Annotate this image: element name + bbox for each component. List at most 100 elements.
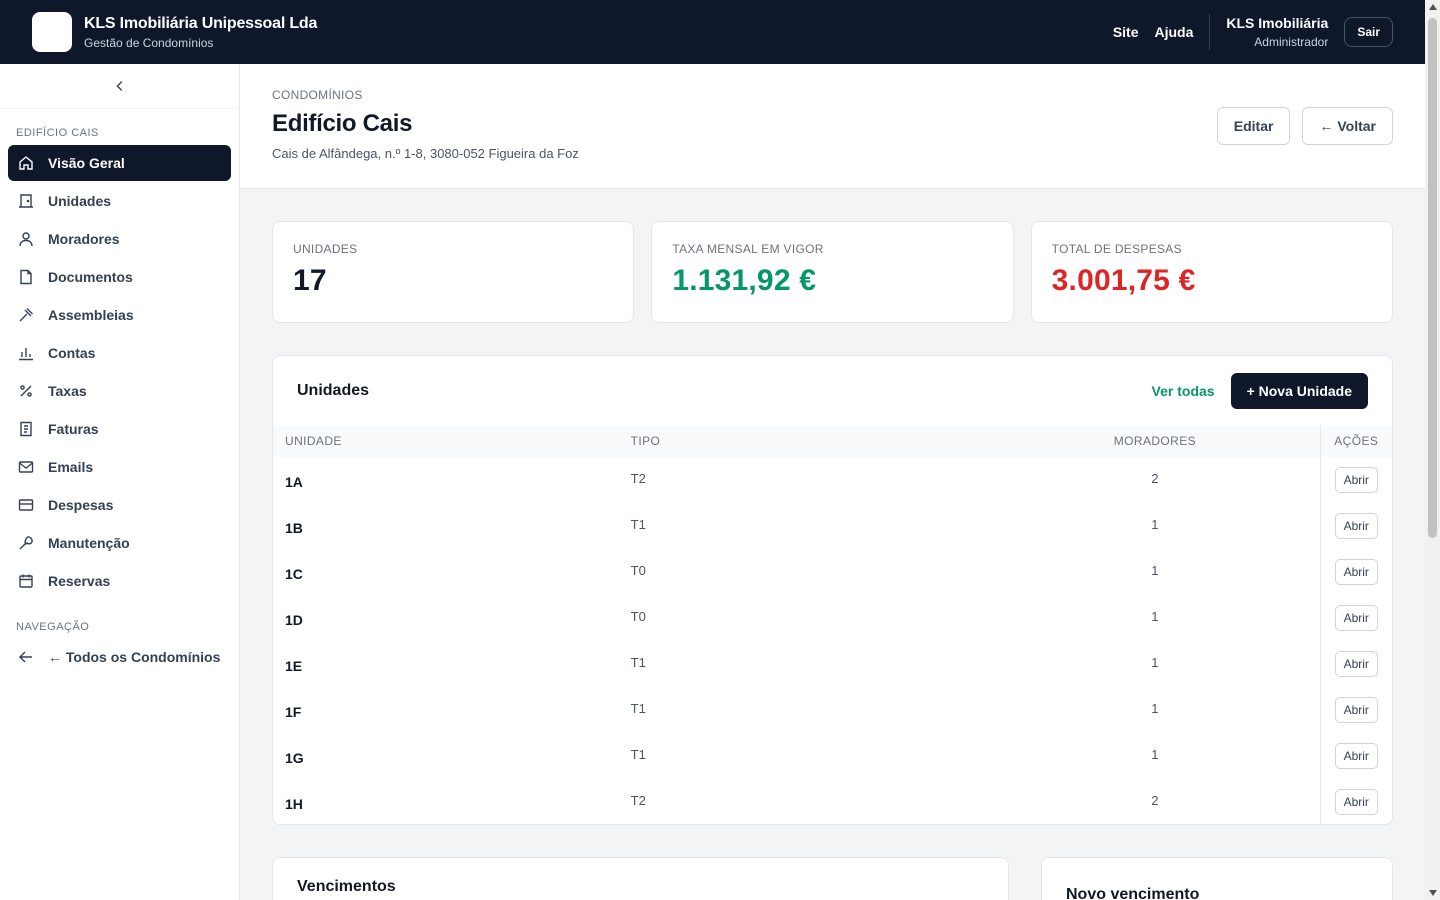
new-unit-button[interactable]: + Nova Unidade (1230, 372, 1368, 409)
table-row: 1A T2 2 Abrir (273, 457, 1392, 503)
logo (32, 12, 72, 52)
units-actions: Ver todas + Nova Unidade (1152, 372, 1368, 409)
sidebar-item-fees[interactable]: Taxas (8, 373, 231, 409)
sidebar-item-bookings[interactable]: Reservas (8, 563, 231, 599)
scroll-up-icon[interactable] (1429, 4, 1437, 10)
stats-row: UNIDADES 17 TAXA MENSAL EM VIGOR 1.131,9… (272, 221, 1393, 323)
stat-card-expenses: TOTAL DE DESPESAS 3.001,75 € (1030, 221, 1393, 323)
back-button[interactable]: ← Voltar (1302, 107, 1393, 145)
actions-cell: Abrir (1319, 641, 1392, 687)
stat-label: TAXA MENSAL EM VIGOR (672, 242, 824, 256)
chevron-left-icon (115, 81, 122, 91)
sidebar-item-residents[interactable]: Moradores (8, 221, 231, 257)
user-name: KLS Imobiliária (1226, 15, 1329, 31)
sidebar-item-invoices[interactable]: Faturas (8, 411, 231, 447)
sidebar-item-label: Unidades (48, 193, 112, 209)
open-unit-button[interactable]: Abrir (1334, 651, 1378, 677)
residents-cell: 1 (1151, 516, 1159, 532)
stat-value: 1.131,92 € (672, 264, 817, 297)
open-unit-button[interactable]: Abrir (1334, 697, 1378, 723)
collapse-sidebar-button[interactable] (0, 64, 239, 109)
sidebar-item-expenses[interactable]: Despesas (8, 487, 231, 523)
sidebar-item-documents[interactable]: Documentos (8, 259, 231, 295)
due-dates-card: Vencimentos (272, 857, 1009, 900)
scroll-down-icon[interactable] (1429, 890, 1437, 896)
divider (1209, 14, 1211, 50)
page-scrollbar[interactable] (1425, 0, 1440, 900)
home-icon (18, 155, 34, 171)
bar-chart-icon (18, 345, 34, 361)
units-title: Unidades (297, 381, 370, 399)
sidebar-item-emails[interactable]: Emails (8, 449, 231, 485)
sidebar-item-label: ← Todos os Condomínios (48, 649, 221, 665)
actions-cell: Abrir (1319, 549, 1392, 595)
arrow-left-icon (18, 649, 34, 665)
company-name: KLS Imobiliária Unipessoal Lda (84, 14, 318, 32)
table-row: 1D T0 1 Abrir (273, 595, 1392, 641)
user-role: Administrador (1254, 35, 1329, 49)
sidebar-item-label: Moradores (48, 231, 120, 247)
unit-cell: 1H (285, 796, 303, 812)
actions-cell: Abrir (1319, 503, 1392, 549)
see-all-link[interactable]: Ver todas (1152, 383, 1215, 399)
table-row: 1F T1 1 Abrir (273, 687, 1392, 733)
open-unit-button[interactable]: Abrir (1334, 513, 1378, 539)
sidebar-item-units[interactable]: Unidades (8, 183, 231, 219)
residents-cell: 1 (1151, 700, 1159, 716)
gavel-icon (18, 307, 34, 323)
unit-cell: 1C (285, 566, 303, 582)
units-card: Unidades Ver todas + Nova Unidade UNIDAD… (272, 355, 1393, 825)
residents-cell: 2 (1151, 470, 1159, 486)
type-cell: T1 (630, 654, 646, 670)
open-unit-button[interactable]: Abrir (1334, 605, 1378, 631)
company-subtitle: Gestão de Condomínios (84, 35, 214, 50)
mail-icon (18, 459, 34, 475)
logout-button[interactable]: Sair (1344, 17, 1393, 47)
top-bar: KLS Imobiliária Unipessoal Lda Gestão de… (0, 0, 1425, 64)
actions-cell: Abrir (1319, 457, 1392, 503)
site-link[interactable]: Site (1113, 24, 1139, 40)
open-unit-button[interactable]: Abrir (1334, 743, 1378, 769)
sidebar-item-label: Faturas (48, 421, 99, 437)
column-header-residents: MORADORES (1113, 434, 1197, 448)
sidebar-item-accounts[interactable]: Contas (8, 335, 231, 371)
table-header-row: UNIDADE TIPO MORADORES AÇÕES (273, 425, 1392, 457)
residents-cell: 1 (1151, 654, 1159, 670)
breadcrumb[interactable]: CONDOMÍNIOS (272, 88, 1393, 102)
scroll-thumb[interactable] (1428, 18, 1437, 538)
open-unit-button[interactable]: Abrir (1334, 467, 1378, 493)
user-icon (18, 231, 34, 247)
stat-card-units: UNIDADES 17 (272, 221, 635, 323)
help-link[interactable]: Ajuda (1155, 24, 1194, 40)
top-right: Site Ajuda KLS Imobiliária Administrador… (1097, 14, 1393, 50)
receipt-icon (18, 421, 34, 437)
brand: KLS Imobiliária Unipessoal Lda Gestão de… (84, 15, 317, 50)
open-unit-button[interactable]: Abrir (1334, 559, 1378, 585)
sidebar-item-maintenance[interactable]: Manutenção (8, 525, 231, 561)
table-row: 1C T0 1 Abrir (273, 549, 1392, 595)
type-cell: T0 (630, 562, 646, 578)
sidebar-item-overview[interactable]: Visão Geral (8, 145, 231, 181)
sidebar-item-assemblies[interactable]: Assembleias (8, 297, 231, 333)
new-due-card: Novo vencimento (1041, 857, 1393, 900)
table-row: 1E T1 1 Abrir (273, 641, 1392, 687)
sidebar-item-all-buildings[interactable]: ← Todos os Condomínios (8, 639, 231, 675)
sidebar-section-building: EDIFÍCIO CAIS (16, 127, 99, 139)
user-block: KLS Imobiliária Administrador (1226, 15, 1328, 49)
column-header-actions: AÇÕES (1319, 425, 1392, 457)
sidebar-item-label: Contas (48, 345, 96, 361)
stat-value: 3.001,75 € (1051, 264, 1196, 297)
open-unit-button[interactable]: Abrir (1334, 789, 1378, 815)
residents-cell: 1 (1151, 746, 1159, 762)
table-row: 1B T1 1 Abrir (273, 503, 1392, 549)
sidebar-item-label: Manutenção (48, 535, 130, 551)
type-cell: T1 (630, 746, 646, 762)
sidebar-item-label: Emails (48, 459, 94, 475)
sidebar-item-label: Visão Geral (48, 155, 125, 171)
edit-button[interactable]: Editar (1216, 107, 1291, 145)
type-cell: T1 (630, 700, 646, 716)
sidebar-item-label: Documentos (48, 269, 133, 285)
unit-cell: 1F (285, 704, 302, 720)
sidebar-section-nav: NAVEGAÇÃO (16, 621, 90, 633)
new-due-title: Novo vencimento (1066, 886, 1200, 900)
